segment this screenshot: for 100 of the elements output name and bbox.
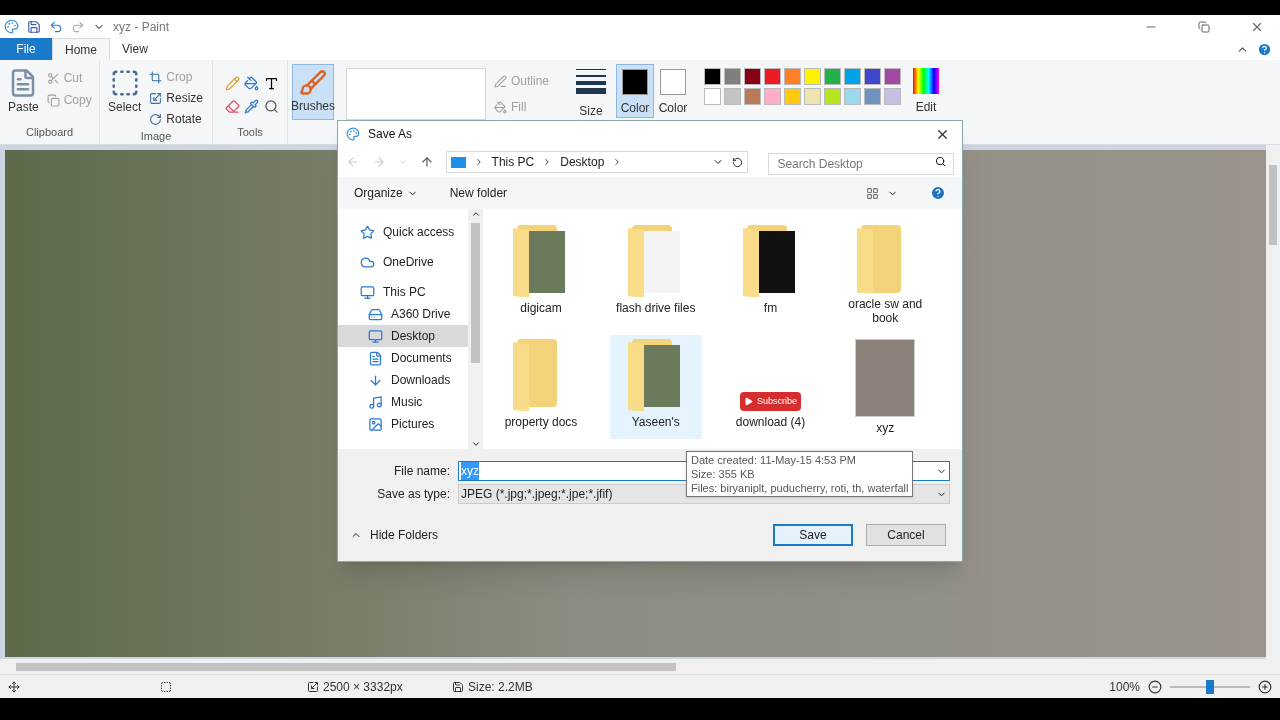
palette-swatch[interactable]: [724, 88, 741, 105]
tooltip-line: Size: 355 KB: [691, 467, 756, 481]
zoom-slider[interactable]: [1170, 679, 1250, 694]
brushes-button[interactable]: Brushes: [292, 64, 334, 120]
ribbon-tab[interactable]: View: [110, 38, 160, 60]
color-button[interactable]: Color: [654, 64, 692, 118]
search-field[interactable]: Search Desktop: [768, 153, 954, 175]
image-dimensions: 2500 × 3332px: [323, 678, 403, 696]
palette-swatch[interactable]: [764, 68, 781, 85]
line-size-icon: [576, 68, 606, 94]
new-folder-button[interactable]: New folder: [449, 184, 508, 202]
palette-swatch[interactable]: [744, 68, 761, 85]
ribbon-button[interactable]: Resize: [149, 89, 204, 107]
rotate-icon: [149, 112, 163, 126]
vertical-scrollbar[interactable]: [1266, 145, 1280, 659]
redo-icon[interactable]: [71, 19, 85, 34]
palette-swatch[interactable]: [844, 68, 861, 85]
size-button[interactable]: Size: [566, 60, 616, 144]
file-item[interactable]: property docs: [495, 335, 587, 439]
file-item[interactable]: xyz: [839, 335, 932, 439]
palette-swatch[interactable]: [704, 68, 721, 85]
palette-swatch[interactable]: [724, 68, 741, 85]
app-icon: [4, 19, 19, 34]
file-item[interactable]: Subscribe download (4): [724, 335, 817, 439]
move-icon: [8, 680, 20, 693]
file-tab[interactable]: File: [0, 38, 52, 60]
nav-item[interactable]: This PC: [338, 281, 468, 303]
magnifier-icon[interactable]: [263, 99, 279, 114]
palette-swatch[interactable]: [864, 88, 881, 105]
nav-item[interactable]: Desktop: [338, 325, 468, 347]
dialog-button[interactable]: Save: [773, 524, 853, 546]
help-icon[interactable]: [1257, 41, 1272, 57]
zoom-level: 100%: [1109, 678, 1140, 696]
palette-swatch[interactable]: [784, 68, 801, 85]
palette-swatch[interactable]: [864, 68, 881, 85]
fill-icon[interactable]: [244, 76, 260, 91]
selection-icon: [160, 680, 172, 693]
copy-icon: [46, 93, 60, 107]
horizontal-scrollbar[interactable]: [0, 659, 1280, 674]
group-label: Tools: [236, 124, 264, 140]
palette-swatch[interactable]: [804, 88, 821, 105]
vertical-scrollbar[interactable]: [468, 209, 483, 449]
paste-button[interactable]: Paste: [8, 68, 39, 124]
nav-item[interactable]: OneDrive: [338, 251, 468, 273]
help-icon[interactable]: [930, 185, 946, 201]
edit-colors-button[interactable]: Edit: [913, 60, 939, 116]
field-label: File name:: [392, 463, 450, 480]
palette-swatch[interactable]: [884, 68, 901, 85]
pencil-icon[interactable]: [225, 76, 240, 91]
save-icon[interactable]: [27, 19, 41, 34]
group-label: Image: [139, 129, 173, 144]
scroll-up-icon[interactable]: [470, 209, 481, 219]
file-item[interactable]: fm: [724, 221, 817, 325]
color-button[interactable]: Color: [616, 64, 654, 118]
palette-swatch[interactable]: [884, 88, 901, 105]
nav-item[interactable]: A360 Drive: [338, 303, 468, 325]
nav-item[interactable]: Documents: [338, 347, 468, 369]
restore-icon[interactable]: [1198, 20, 1210, 33]
palette-swatch[interactable]: [804, 68, 821, 85]
undo-icon[interactable]: [49, 19, 63, 34]
nav-item[interactable]: Downloads: [338, 369, 468, 391]
zoom-out-icon[interactable]: [1148, 679, 1162, 694]
breadcrumb-item[interactable]: This PC: [491, 153, 535, 171]
breadcrumb-item[interactable]: Desktop: [560, 153, 605, 171]
select-button[interactable]: Select: [108, 68, 142, 128]
file-item[interactable]: Yaseen's: [609, 335, 702, 439]
file-item[interactable]: flash drive files: [609, 221, 702, 325]
crop-icon: [149, 70, 163, 84]
address-bar[interactable]: This PC Desktop: [445, 151, 749, 173]
hide-folders-button[interactable]: Hide Folders: [350, 526, 439, 544]
view-icon[interactable]: [866, 186, 879, 200]
up-icon[interactable]: [419, 155, 434, 169]
subscribe-graphic: Subscribe: [740, 391, 801, 411]
palette-swatch[interactable]: [784, 88, 801, 105]
dialog-title: Save As: [368, 126, 413, 143]
scroll-down-icon[interactable]: [470, 439, 481, 449]
zoom-in-icon[interactable]: [1258, 679, 1272, 694]
refresh-icon[interactable]: [732, 156, 744, 168]
dialog-button[interactable]: Cancel: [866, 524, 946, 546]
nav-item[interactable]: Quick access: [338, 221, 468, 243]
palette-swatch[interactable]: [824, 68, 841, 85]
palette-swatch[interactable]: [824, 88, 841, 105]
window-title: xyz - Paint: [113, 18, 169, 36]
ribbon-button[interactable]: Rotate: [149, 110, 204, 128]
eraser-icon[interactable]: [225, 99, 240, 114]
pc-icon: [450, 156, 466, 168]
ribbon-tab[interactable]: Home: [52, 38, 110, 60]
palette-swatch[interactable]: [764, 88, 781, 105]
palette-swatch[interactable]: [744, 88, 761, 105]
palette-swatch[interactable]: [844, 88, 861, 105]
palette-swatch[interactable]: [704, 88, 721, 105]
color-picker-icon[interactable]: [244, 99, 260, 114]
file-item[interactable]: oracle sw and book: [839, 221, 932, 325]
nav-item[interactable]: Music: [338, 391, 468, 413]
organize-button[interactable]: Organize: [354, 184, 418, 202]
nav-item[interactable]: Pictures: [338, 413, 468, 435]
slider-thumb[interactable]: [1206, 679, 1214, 694]
file-item[interactable]: digicam: [495, 221, 587, 325]
resize-icon: [149, 91, 163, 105]
text-icon[interactable]: [263, 76, 279, 91]
